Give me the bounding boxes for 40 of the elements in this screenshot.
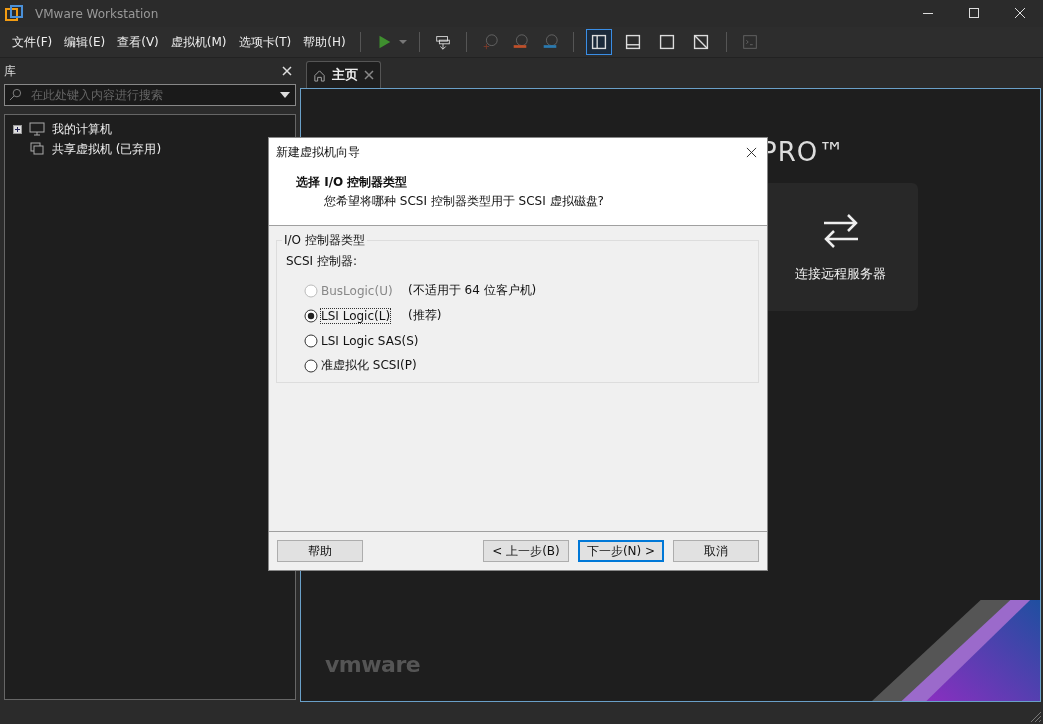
search-icon [9,88,22,101]
radio-button[interactable] [304,308,318,323]
dialog-title: 新建虚拟机向导 [276,143,360,161]
step-description: 您希望将哪种 SCSI 控制器类型用于 SCSI 虚拟磁盘? [323,193,605,210]
home-icon [313,68,326,82]
dropdown-icon[interactable] [280,92,290,98]
dialog-button[interactable]: 帮助 [277,540,363,562]
menu-item[interactable]: 编辑(E) [58,33,112,51]
shared-vm-icon [29,142,45,156]
dialog-button[interactable]: 下一步(N) > [578,540,664,562]
group-title: I/O 控制器类型 [283,232,366,249]
dialog-button[interactable]: 取消 [673,540,759,562]
view-mode-icon[interactable] [585,29,612,55]
menu-item[interactable]: 文件(F) [6,33,59,51]
menu-item[interactable]: 虚拟机(M) [164,33,233,51]
panel-title: 库 [4,62,16,80]
option-note: (推荐) [408,307,442,324]
close-icon[interactable] [746,146,757,158]
radio-button[interactable] [304,333,318,348]
app-logo-icon [5,4,23,23]
radio-button[interactable] [304,358,318,373]
window-title: VMware Workstation [35,6,159,21]
menu-item[interactable]: 查看(V) [111,33,165,51]
option-label[interactable]: LSI Logic SAS(S) [321,333,419,348]
home-tab[interactable]: 主页 [306,61,381,88]
monitor-icon [29,122,45,136]
expander-icon[interactable] [13,124,22,134]
resize-grip-icon[interactable] [1031,712,1041,722]
option-label[interactable]: LSI Logic(L) [321,308,391,323]
option-note: (不适用于 64 位客户机) [408,282,537,299]
tree-item[interactable]: 我的计算机 [52,120,112,138]
tree-item[interactable]: 共享虚拟机 (已弃用) [52,140,162,158]
menu-item[interactable]: 帮助(H) [297,33,352,51]
caret-icon[interactable] [398,38,407,46]
option-label[interactable]: 准虚拟化 SCSI(P) [321,357,417,374]
dialog-button[interactable]: < 上一步(B) [483,540,569,562]
field-label: SCSI 控制器: [286,253,358,270]
step-heading: 选择 I/O 控制器类型 [296,174,409,191]
search-field[interactable]: 在此处键入内容进行搜索 [4,84,296,106]
menu-item[interactable]: 选项卡(T) [232,33,298,51]
